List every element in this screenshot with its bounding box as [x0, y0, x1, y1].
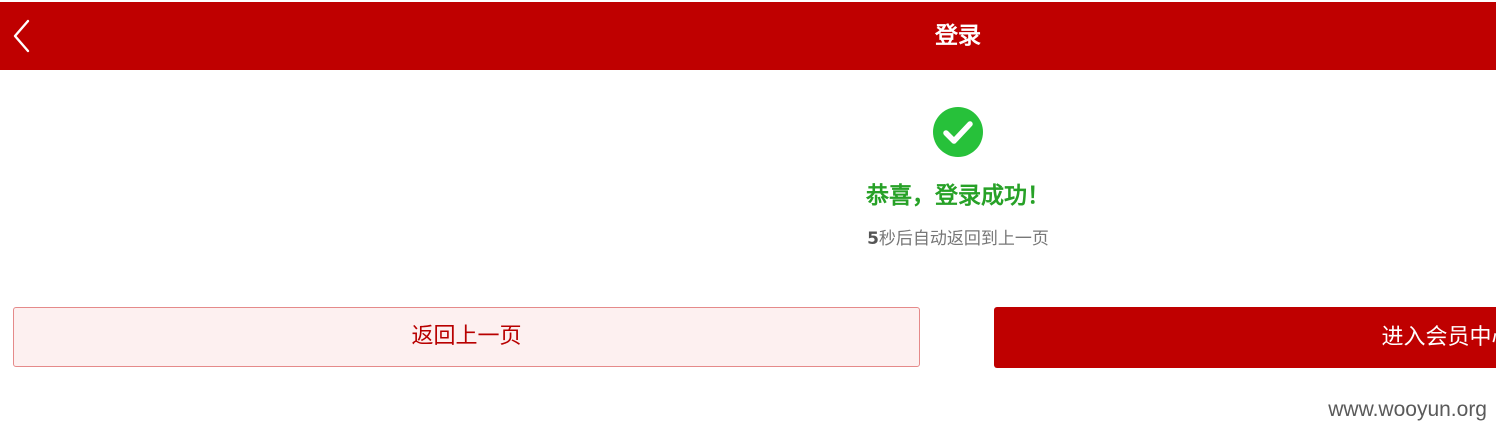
watermark-text: www.wooyun.org [1328, 398, 1487, 421]
login-result-page: 登录 恭喜，登录成功！ 5秒后自动返回到上一页 返回上一页 进入会员中心 www… [0, 0, 1496, 441]
countdown-text: 秒后自动返回到上一页 [878, 229, 1049, 249]
success-message: 恭喜，登录成功！ [866, 183, 1050, 209]
back-to-previous-button[interactable]: 返回上一页 [13, 307, 920, 367]
check-circle-icon [933, 107, 983, 157]
countdown-message: 5秒后自动返回到上一页 [0, 227, 1496, 251]
top-bar: 登录 [0, 2, 1496, 70]
page-title: 登录 [935, 23, 981, 49]
countdown-seconds: 5 [867, 229, 879, 249]
member-center-button[interactable]: 进入会员中心 [994, 307, 1496, 368]
